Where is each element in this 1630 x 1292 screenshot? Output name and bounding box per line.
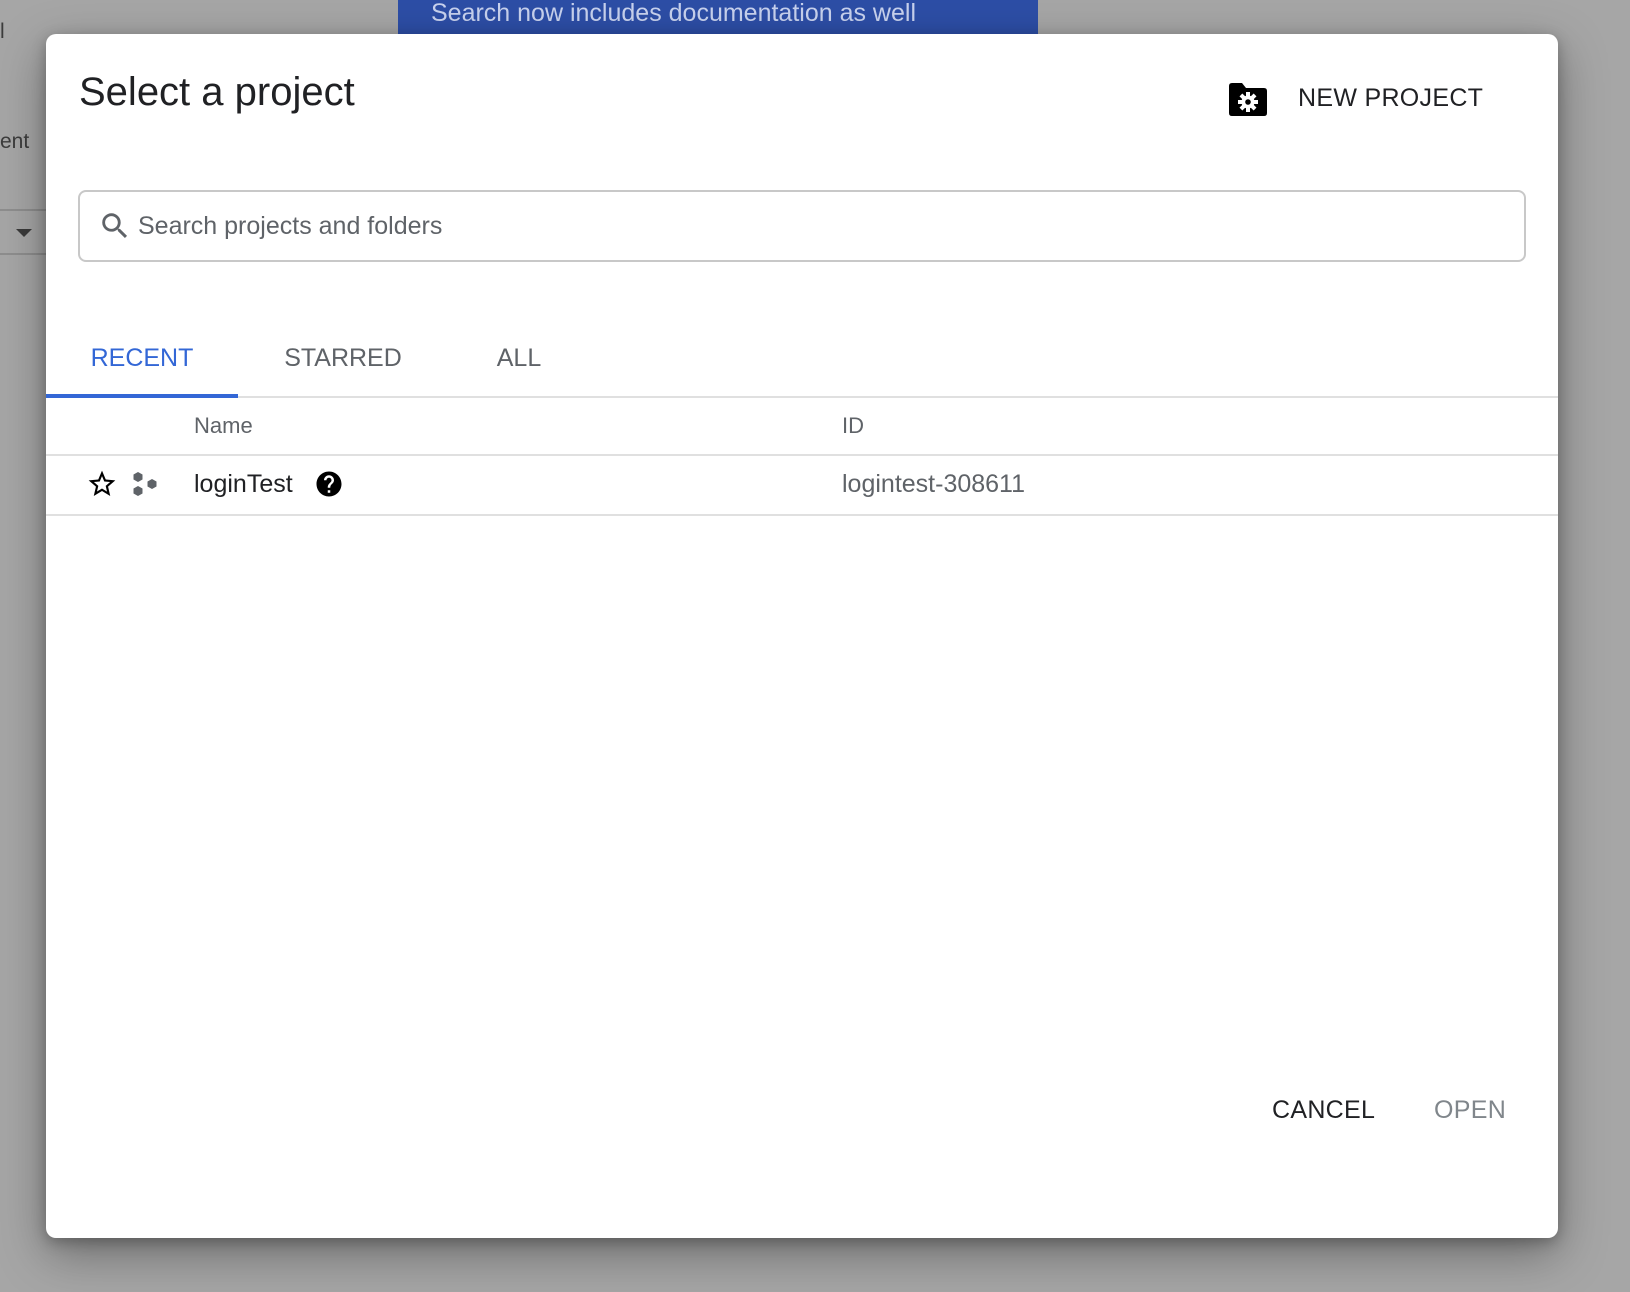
tab-label: ALL bbox=[496, 344, 542, 372]
search-box[interactable] bbox=[78, 190, 1526, 262]
search-input[interactable] bbox=[138, 206, 1498, 246]
tab-starred[interactable]: STARRED bbox=[278, 310, 408, 398]
folder-gear-icon bbox=[1229, 83, 1267, 116]
tab-label: STARRED bbox=[284, 344, 402, 372]
project-hexagons-icon bbox=[133, 472, 157, 496]
background-banner: Search now includes documentation as wel… bbox=[398, 0, 1038, 34]
caret-down-icon bbox=[16, 229, 32, 237]
dialog-title: Select a project bbox=[79, 70, 355, 114]
column-header-id[interactable]: ID bbox=[842, 413, 864, 439]
background-text-fragment: ent bbox=[0, 130, 30, 153]
cancel-button[interactable]: CANCEL bbox=[1272, 1096, 1375, 1125]
project-tabs: RECENT STARRED ALL bbox=[46, 310, 1558, 398]
folder-settings-button[interactable] bbox=[1226, 80, 1270, 118]
table-header: Name ID bbox=[46, 398, 1558, 456]
background-dropdown bbox=[0, 209, 46, 255]
project-id: logintest-308611 bbox=[842, 470, 1026, 498]
tab-all[interactable]: ALL bbox=[474, 310, 564, 398]
projects-table: Name ID loginTest logintest-308611 bbox=[46, 398, 1558, 516]
tab-recent[interactable]: RECENT bbox=[46, 310, 238, 398]
search-icon bbox=[102, 213, 128, 239]
star-outline-icon[interactable] bbox=[86, 468, 118, 500]
table-row[interactable]: loginTest logintest-308611 bbox=[46, 456, 1558, 516]
new-project-button[interactable]: NEW PROJECT bbox=[1298, 84, 1483, 113]
project-name[interactable]: loginTest bbox=[194, 470, 293, 499]
tab-label: RECENT bbox=[90, 344, 194, 372]
help-icon[interactable] bbox=[314, 469, 344, 499]
column-header-name[interactable]: Name bbox=[194, 413, 253, 439]
background-text-fragment: l bbox=[0, 20, 5, 43]
open-button[interactable]: OPEN bbox=[1434, 1096, 1506, 1125]
select-project-dialog: Select a project NEW PROJECT Search proj… bbox=[46, 34, 1558, 1238]
